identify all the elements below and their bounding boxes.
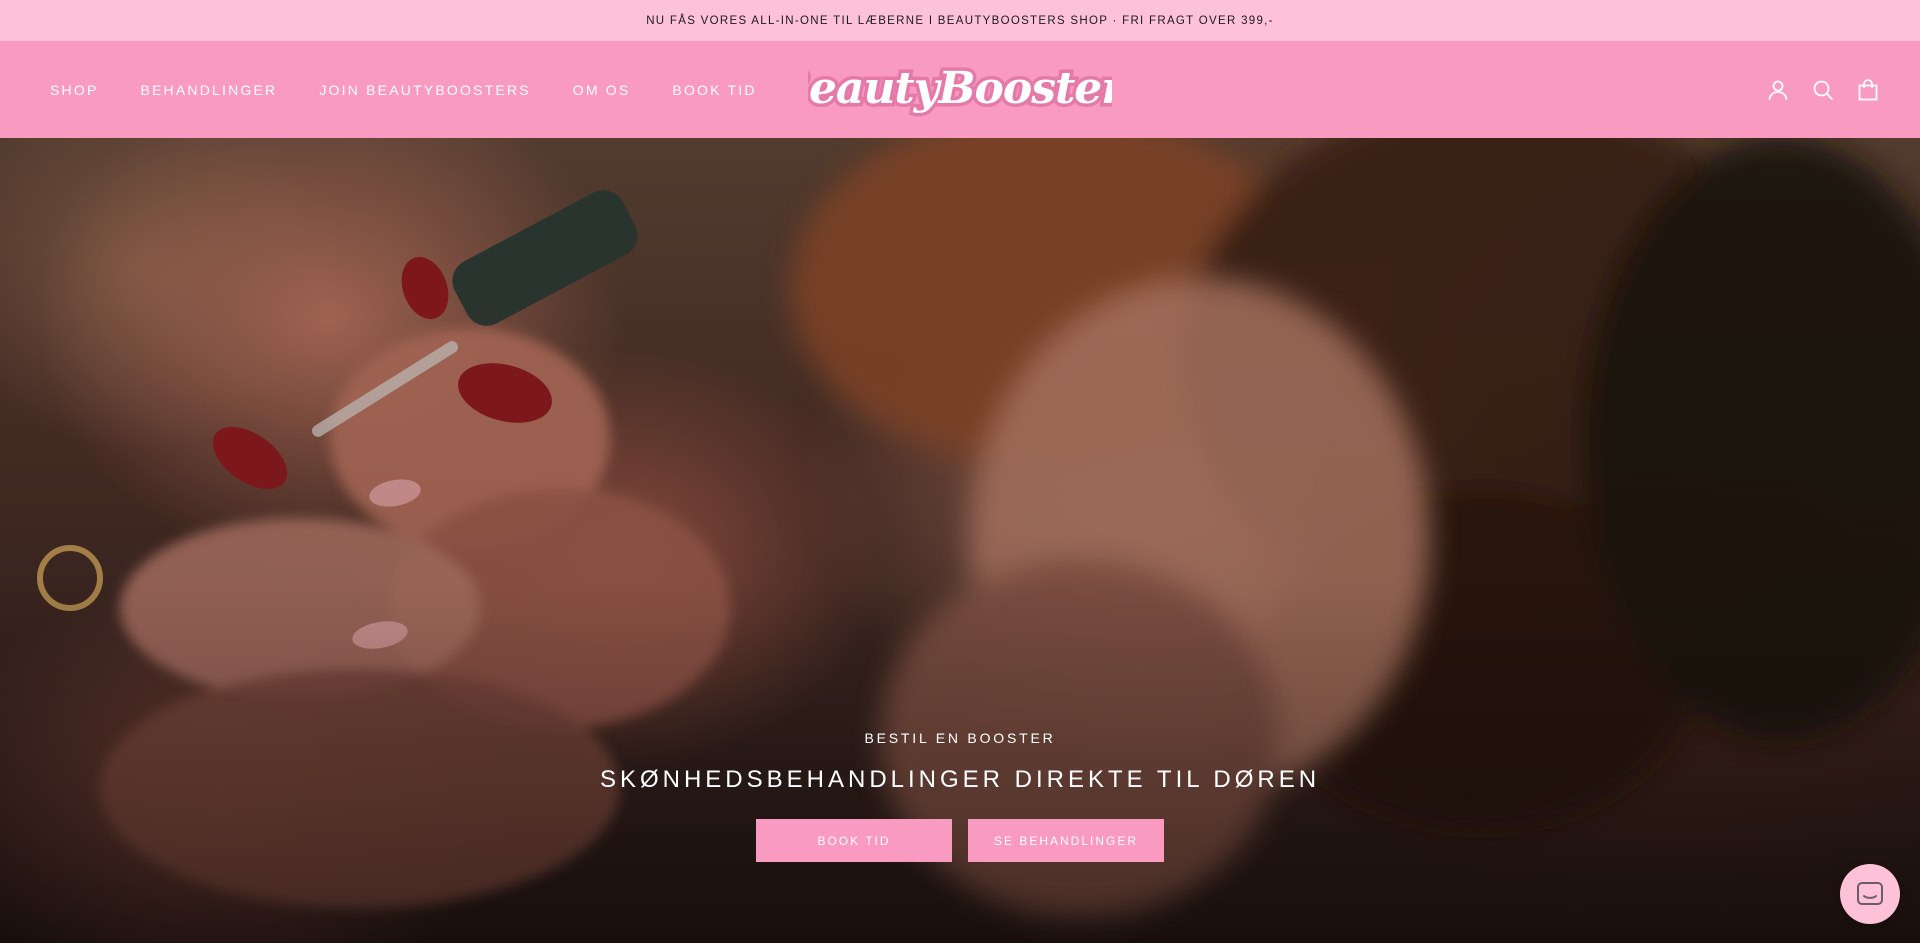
main-nav: SHOP BEHANDLINGER JOIN BEAUTYBOOSTERS OM… bbox=[50, 41, 799, 138]
nav-item-shop[interactable]: SHOP bbox=[50, 82, 98, 98]
hero-banner: BESTIL EN BOOSTER SKØNHEDSBEHANDLINGER D… bbox=[0, 138, 1920, 943]
hero-title: SKØNHEDSBEHANDLINGER DIREKTE TIL DØREN bbox=[599, 766, 1321, 793]
hero-buttons: BOOK TID SE BEHANDLINGER bbox=[0, 819, 1920, 862]
header-actions bbox=[1747, 41, 1882, 138]
announcement-bar: NU FÅS VORES ALL-IN-ONE TIL LÆBERNE I BE… bbox=[0, 0, 1920, 41]
chat-button[interactable] bbox=[1840, 864, 1900, 924]
nav-item-join[interactable]: JOIN BEAUTYBOOSTERS bbox=[319, 82, 530, 98]
cart-icon[interactable] bbox=[1854, 76, 1882, 104]
nav-item-book-tid[interactable]: BOOK TID bbox=[672, 82, 756, 98]
hero-content: BESTIL EN BOOSTER SKØNHEDSBEHANDLINGER D… bbox=[0, 730, 1920, 862]
nav-item-om-os[interactable]: OM OS bbox=[573, 82, 631, 98]
search-icon[interactable] bbox=[1809, 76, 1837, 104]
hero-kicker: BESTIL EN BOOSTER bbox=[864, 730, 1056, 746]
logo-text: BeautyBoosters bbox=[808, 63, 1112, 114]
site-logo[interactable]: BeautyBoosters bbox=[767, 55, 1152, 123]
site-header: SHOP BEHANDLINGER JOIN BEAUTYBOOSTERS OM… bbox=[0, 41, 1920, 138]
nav-item-behandlinger[interactable]: BEHANDLINGER bbox=[140, 82, 277, 98]
account-icon[interactable] bbox=[1764, 76, 1792, 104]
announcement-text: NU FÅS VORES ALL-IN-ONE TIL LÆBERNE I BE… bbox=[646, 14, 1274, 27]
chat-icon bbox=[1857, 882, 1883, 905]
se-behandlinger-button[interactable]: SE BEHANDLINGER bbox=[968, 819, 1164, 862]
book-tid-button[interactable]: BOOK TID bbox=[756, 819, 952, 862]
logo-wordmark: BeautyBoosters bbox=[767, 60, 1152, 118]
